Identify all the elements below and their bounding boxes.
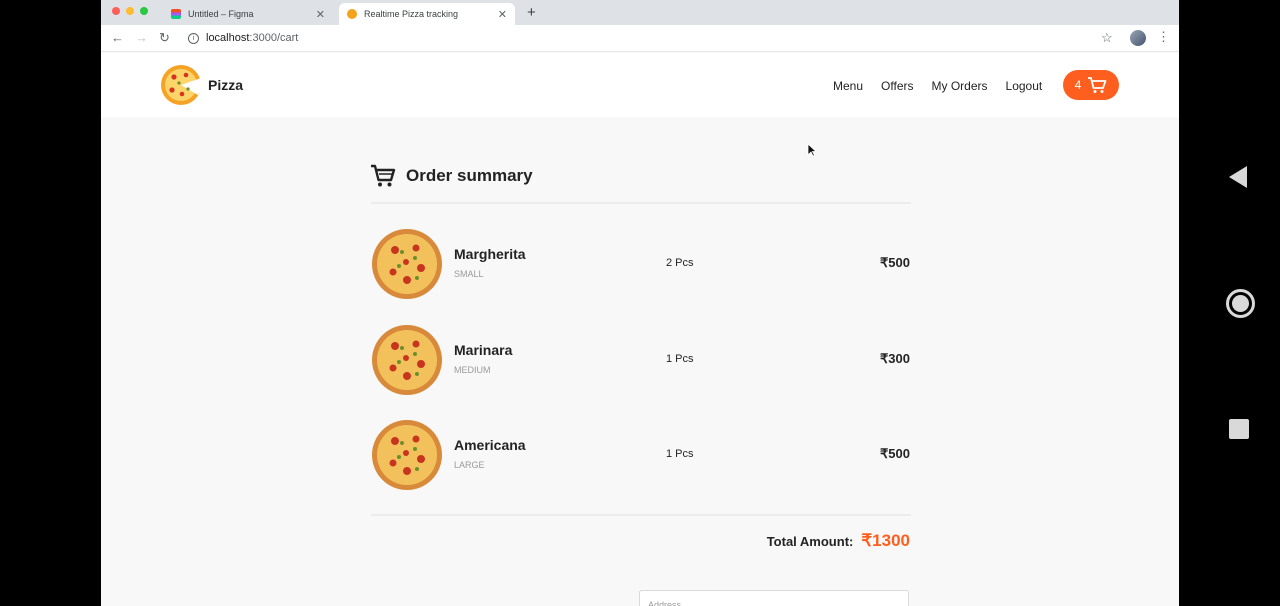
nav-menu-link[interactable]: Menu: [833, 79, 863, 93]
tab-title: Untitled – Figma: [188, 9, 254, 19]
minimize-window-button[interactable]: [126, 7, 134, 15]
android-back-icon[interactable]: [1229, 166, 1247, 188]
tab-title: Realtime Pizza tracking: [364, 9, 459, 19]
address-bar[interactable]: i localhost:3000/cart: [183, 28, 1083, 48]
profile-avatar[interactable]: [1130, 30, 1146, 46]
item-price: ₹500: [880, 446, 910, 461]
screen: Untitled – Figma ✕ Realtime Pizza tracki…: [0, 0, 1280, 606]
tab-figma[interactable]: Untitled – Figma ✕: [163, 3, 333, 25]
item-name: Margherita: [454, 246, 526, 262]
close-tab-icon[interactable]: ✕: [316, 8, 325, 21]
nav-my-orders-link[interactable]: My Orders: [932, 79, 988, 93]
bookmark-star-icon[interactable]: ☆: [1101, 30, 1113, 46]
item-quantity: 2 Pcs: [666, 257, 694, 269]
back-arrow-icon[interactable]: ←: [111, 30, 124, 45]
tab-pizza-tracking[interactable]: Realtime Pizza tracking ✕: [339, 3, 515, 25]
item-price: ₹300: [880, 351, 910, 366]
nav-offers-link[interactable]: Offers: [881, 79, 913, 93]
cart-item: Americana LARGE 1 Pcs ₹500: [371, 419, 911, 491]
close-tab-icon[interactable]: ✕: [498, 8, 507, 21]
cart-icon: [371, 164, 396, 187]
main-nav: Menu Offers My Orders Logout: [833, 79, 1042, 93]
forward-arrow-icon[interactable]: →: [135, 30, 148, 45]
item-price: ₹500: [880, 255, 910, 270]
url-host: localhost: [206, 32, 250, 44]
total-amount: Total Amount: ₹1300: [701, 531, 910, 551]
tab-strip: Untitled – Figma ✕ Realtime Pizza tracki…: [101, 0, 1179, 25]
cart-item: Margherita SMALL 2 Pcs ₹500: [371, 228, 911, 300]
total-value: ₹1300: [861, 531, 910, 550]
window-controls: [112, 7, 148, 15]
site-header: Pizza Menu Offers My Orders Logout 4: [101, 53, 1179, 117]
item-quantity: 1 Pcs: [666, 448, 694, 460]
pizza-favicon-icon: [347, 9, 357, 19]
item-quantity: 1 Pcs: [666, 353, 694, 365]
close-window-button[interactable]: [112, 7, 120, 15]
pizza-logo-icon[interactable]: [160, 64, 202, 106]
nav-logout-link[interactable]: Logout: [1006, 79, 1043, 93]
item-size: SMALL: [454, 269, 484, 279]
item-size: MEDIUM: [454, 365, 491, 375]
maximize-window-button[interactable]: [140, 7, 148, 15]
pizza-image: [372, 325, 442, 395]
browser-window: Untitled – Figma ✕ Realtime Pizza tracki…: [101, 0, 1179, 606]
brand-name[interactable]: Pizza: [208, 77, 243, 93]
android-home-icon[interactable]: [1226, 289, 1255, 318]
address-input[interactable]: Address: [639, 590, 909, 606]
cart-button[interactable]: 4: [1063, 70, 1119, 100]
new-tab-icon[interactable]: +: [527, 4, 536, 21]
browser-toolbar: ← → ↻ i localhost:3000/cart ☆ ⋮: [101, 25, 1179, 52]
url-path: :3000/cart: [249, 32, 299, 44]
item-size: LARGE: [454, 460, 485, 470]
pizza-image: [372, 420, 442, 490]
cart-icon: [1088, 77, 1107, 93]
android-recents-icon[interactable]: [1229, 419, 1249, 439]
mouse-cursor-icon: [807, 143, 817, 157]
cart-item: Marinara MEDIUM 1 Pcs ₹300: [371, 324, 911, 396]
order-summary-heading: Order summary: [370, 164, 533, 188]
android-nav-bar: [1179, 0, 1280, 606]
item-name: Marinara: [454, 342, 513, 358]
divider: [371, 514, 911, 516]
site-info-icon[interactable]: i: [188, 32, 199, 44]
browser-menu-icon[interactable]: ⋮: [1157, 29, 1170, 45]
cart-count: 4: [1074, 78, 1082, 92]
page-title: Order summary: [406, 166, 533, 185]
figma-icon: [171, 9, 181, 19]
pizza-image: [372, 229, 442, 299]
item-name: Americana: [454, 437, 526, 453]
divider: [371, 202, 911, 204]
total-label: Total Amount:: [766, 534, 854, 549]
reload-icon[interactable]: ↻: [159, 30, 170, 46]
